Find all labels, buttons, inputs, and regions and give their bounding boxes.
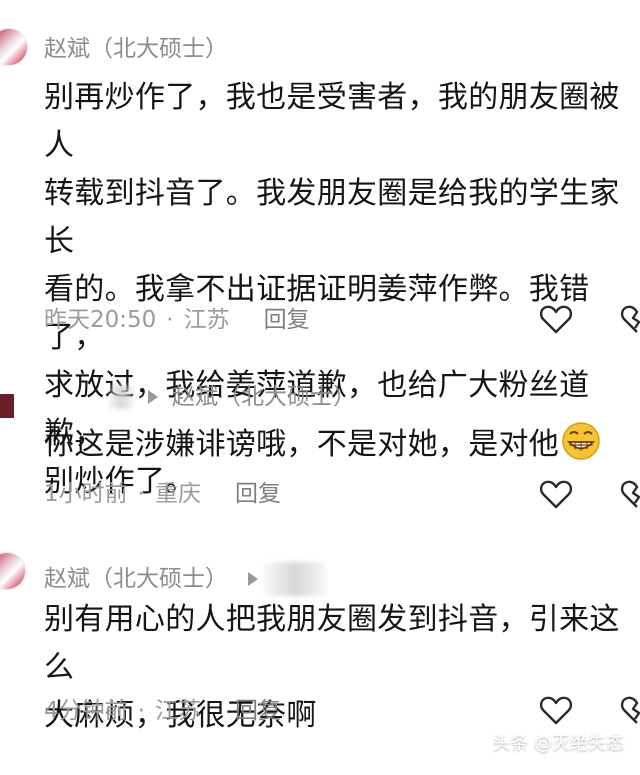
meta-separator: · bbox=[137, 481, 145, 507]
blurred-username bbox=[108, 385, 134, 409]
comment-time: 昨天20:50 bbox=[44, 307, 157, 333]
comment-text: 你这是涉嫌诽谤哦，不是对她，是对他 bbox=[44, 421, 601, 469]
broken-heart-icon[interactable] bbox=[620, 479, 640, 509]
edge-marker bbox=[0, 394, 14, 418]
comment-location: 江苏 bbox=[183, 307, 230, 333]
reply-button[interactable]: 回复 bbox=[235, 483, 281, 506]
reply-arrow-icon bbox=[148, 390, 158, 404]
comment-meta: 1小时前 · 重庆 回复 bbox=[44, 483, 281, 506]
comment-meta: 4分钟前 · 江苏 回复 bbox=[44, 700, 281, 723]
heart-outline-icon[interactable] bbox=[539, 304, 573, 334]
comment-time: 4分钟前 bbox=[44, 698, 128, 724]
heart-outline-icon[interactable] bbox=[539, 479, 573, 509]
comment-username[interactable]: 赵斌（北大硕士） bbox=[44, 567, 228, 591]
comment-location: 江苏 bbox=[154, 698, 201, 724]
meta-separator: · bbox=[166, 307, 174, 333]
comment-text-line: 别再炒作了，我也是受害者，我的朋友圈被人 bbox=[44, 80, 620, 163]
reply-arrow-icon bbox=[248, 572, 258, 586]
comment-meta: 昨天20:50 · 江苏 回复 bbox=[44, 309, 310, 332]
grinning-face-emoji bbox=[561, 421, 601, 461]
reply-header: 赵斌（北大硕士） bbox=[108, 385, 356, 409]
broken-heart-icon[interactable] bbox=[620, 695, 640, 725]
comment-text-line: 转载到抖音了。我发朋友圈是给我的学生家长 bbox=[44, 176, 620, 259]
watermark: 头条 @灭绝失态 bbox=[492, 733, 624, 754]
comment-text-line: 别有用心的人把我朋友圈发到抖音，引来这么 bbox=[44, 602, 620, 685]
heart-outline-icon[interactable] bbox=[539, 695, 573, 725]
blurred-username bbox=[264, 562, 326, 596]
comment-username[interactable]: 赵斌（北大硕士） bbox=[44, 38, 228, 61]
reply-header: 赵斌（北大硕士） bbox=[44, 562, 326, 596]
reply-button[interactable]: 回复 bbox=[235, 700, 281, 723]
reply-target-username[interactable]: 赵斌（北大硕士） bbox=[172, 385, 356, 409]
meta-separator: · bbox=[137, 698, 145, 724]
avatar[interactable] bbox=[0, 552, 26, 590]
avatar[interactable] bbox=[0, 28, 28, 66]
broken-heart-icon[interactable] bbox=[620, 304, 640, 334]
comment-time: 1小时前 bbox=[44, 481, 128, 507]
comment-text-line: 你这是涉嫌诽谤哦，不是对她，是对他 bbox=[44, 427, 560, 462]
comment-location: 重庆 bbox=[154, 481, 201, 507]
reply-button[interactable]: 回复 bbox=[264, 309, 310, 332]
